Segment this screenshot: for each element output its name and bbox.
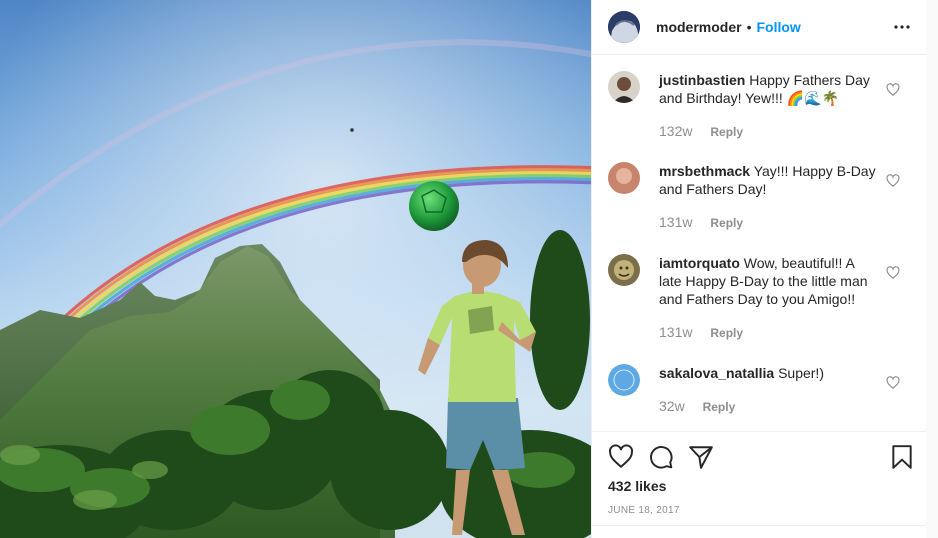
comment-item: mrsbethmack Yay!!! Happy B-Day and Fathe…: [608, 162, 918, 242]
photo-scene: [0, 0, 591, 538]
comment-text: iamtorquato Wow, beautiful!! A late Happ…: [659, 254, 879, 308]
post-header: modermoder • Follow: [592, 0, 927, 55]
comment-body: Super!): [778, 365, 824, 381]
commenter-username[interactable]: iamtorquato: [659, 255, 740, 271]
commenter-avatar[interactable]: [608, 71, 640, 103]
comment-like-heart-icon[interactable]: [886, 174, 900, 188]
reply-button[interactable]: Reply: [710, 125, 743, 139]
share-icon[interactable]: [688, 444, 714, 470]
comment-like-heart-icon[interactable]: [886, 83, 900, 97]
post-date[interactable]: JUNE 18, 2017: [608, 505, 680, 516]
comment-timestamp[interactable]: 131w: [659, 214, 692, 230]
comment-meta: 132w Reply: [659, 123, 743, 139]
comment-like-heart-icon[interactable]: [886, 376, 900, 390]
comment-text: sakalova_natallia Super!): [659, 364, 879, 382]
post-actions-section: 432 likes JUNE 18, 2017: [592, 431, 927, 538]
comment-item: justinbastien Happy Fathers Day and Birt…: [608, 71, 918, 151]
reply-button[interactable]: Reply: [710, 326, 743, 340]
reply-button[interactable]: Reply: [703, 400, 736, 414]
header-separator: •: [746, 19, 752, 35]
follow-button[interactable]: Follow: [756, 19, 800, 35]
comment-meta: 32w Reply: [659, 398, 735, 414]
divider: [592, 525, 927, 526]
post-photo[interactable]: [0, 0, 591, 538]
heart-icon[interactable]: [608, 444, 634, 470]
reply-button[interactable]: Reply: [710, 216, 743, 230]
comment-icon[interactable]: [648, 444, 674, 470]
comment-text: mrsbethmack Yay!!! Happy B-Day and Fathe…: [659, 162, 879, 198]
author-username[interactable]: modermoder: [656, 19, 742, 35]
commenter-avatar[interactable]: [608, 364, 640, 396]
comment-timestamp[interactable]: 132w: [659, 123, 692, 139]
comment-meta: 131w Reply: [659, 214, 743, 230]
bookmark-icon[interactable]: [889, 444, 915, 470]
commenter-avatar[interactable]: [608, 254, 640, 286]
comment-item: sakalova_natallia Super!) 32w Reply: [608, 364, 918, 424]
commenter-avatar[interactable]: [608, 162, 640, 194]
commenter-username[interactable]: mrsbethmack: [659, 163, 750, 179]
more-options-icon[interactable]: [891, 16, 913, 38]
post-side-panel: modermoder • Follow justinbastien Happy …: [591, 0, 927, 538]
comment-text: justinbastien Happy Fathers Day and Birt…: [659, 71, 879, 107]
author-avatar[interactable]: [608, 11, 640, 43]
comment-like-heart-icon[interactable]: [886, 266, 900, 280]
photo-soccer-ball: [409, 181, 459, 231]
commenter-username[interactable]: sakalova_natallia: [659, 365, 774, 381]
page-gutter: [926, 0, 938, 538]
comment-item: iamtorquato Wow, beautiful!! A late Happ…: [608, 254, 918, 354]
likes-count[interactable]: 432 likes: [608, 478, 666, 494]
commenter-username[interactable]: justinbastien: [659, 72, 745, 88]
comment-meta: 131w Reply: [659, 324, 743, 340]
comment-timestamp[interactable]: 32w: [659, 398, 685, 414]
comment-timestamp[interactable]: 131w: [659, 324, 692, 340]
